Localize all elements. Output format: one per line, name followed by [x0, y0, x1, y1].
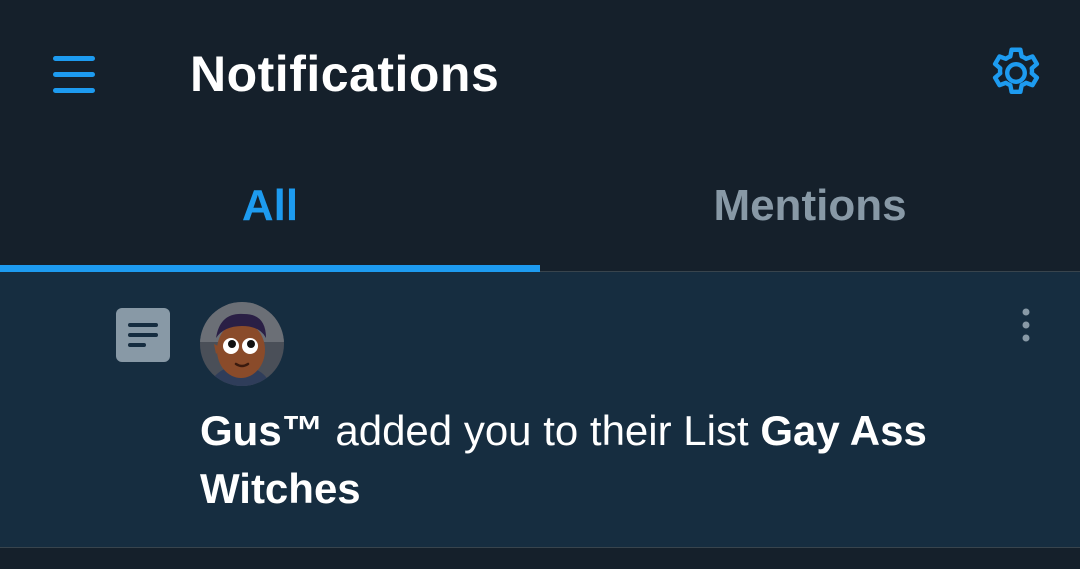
notification-user-name[interactable]: Gus™	[200, 407, 324, 454]
gear-icon[interactable]	[985, 42, 1047, 104]
tab-all-label: All	[241, 180, 299, 230]
notification-tabs: All Mentions	[0, 150, 1080, 272]
hamburger-menu-icon[interactable]	[48, 50, 100, 98]
list-icon	[116, 308, 170, 362]
avatar[interactable]	[200, 302, 284, 386]
notification-action-text: added you to their List	[323, 407, 761, 454]
more-vertical-icon[interactable]	[1010, 306, 1042, 346]
notifications-screen: Notifications All Mentions Gus™ added yo…	[0, 0, 1080, 569]
notification-text: Gus™ added you to their List Gay Ass Wit…	[200, 402, 1000, 518]
page-title: Notifications	[190, 46, 500, 102]
notification-item[interactable]: Gus™ added you to their List Gay Ass Wit…	[0, 272, 1080, 548]
tab-all[interactable]: All	[0, 150, 540, 272]
active-tab-indicator	[0, 265, 540, 272]
tab-mentions[interactable]: Mentions	[540, 150, 1080, 271]
next-item-strip	[0, 548, 1080, 569]
tab-mentions-label: Mentions	[713, 180, 907, 230]
top-app-bar: Notifications	[0, 0, 1080, 150]
